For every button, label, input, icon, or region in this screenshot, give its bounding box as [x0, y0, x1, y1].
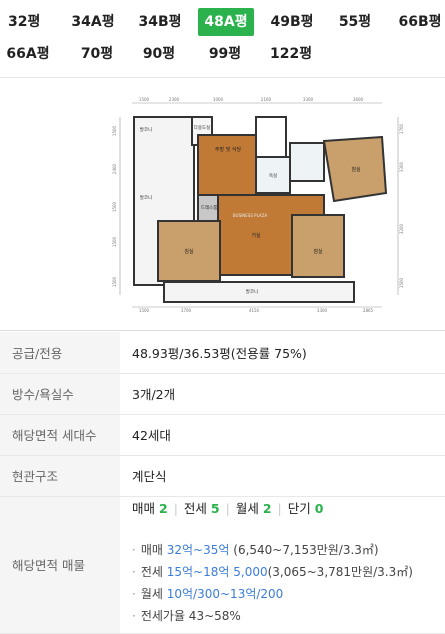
supply-value: 48.93평/36.53평(전용률 75%): [120, 332, 445, 374]
dim-right-2: 3300: [399, 161, 404, 172]
households-label: 해당면적 세대수: [0, 414, 120, 456]
room-label-balcony-top: 발코니: [140, 126, 152, 133]
count-short[interactable]: 단기 0: [288, 501, 324, 516]
dim-right-1: 1700: [399, 123, 404, 134]
room-label-toilet: 욕실: [269, 172, 277, 179]
dim-left-5: 1500: [112, 276, 117, 287]
price-jeonse-range[interactable]: 15억~18억 5,000: [167, 565, 268, 579]
info-row-households: 해당면적 세대수 42세대: [0, 414, 445, 456]
tab-34b[interactable]: 34B평: [133, 8, 187, 36]
info-row-supply: 공급/전용 48.93평/36.53평(전용률 75%): [0, 332, 445, 374]
info-row-entrance: 현관구조 계단식: [0, 455, 445, 497]
info-row-rooms: 방수/욕실수 3개/2개: [0, 373, 445, 415]
dim-left-3: 1500: [112, 201, 117, 212]
entrance-label: 현관구조: [0, 455, 120, 497]
price-jeonse: · 전세 15억~18억 5,000(3,065~3,781만원/3.3㎡): [132, 565, 413, 579]
dim-top-1: 1500: [139, 97, 150, 102]
price-sale: · 매매 32억~35억 (6,540~7,153만원/3.3㎡): [132, 543, 379, 557]
dim-left-4: 1500: [112, 236, 117, 247]
area-info-table: 공급/전용 48.93평/36.53평(전용률 75%) 방수/욕실수 3개/2…: [0, 332, 445, 634]
dim-top-3: 3000: [213, 97, 224, 102]
rooms-value: 3개/2개: [120, 373, 445, 415]
dim-right-4: 1500: [399, 277, 404, 288]
room-label-living: 거실: [251, 232, 261, 239]
info-row-listings: 해당면적 매물 매매 2 | 전세 5 | 월세 2 | 단기 0 · 매매 32억~35억 …: [0, 496, 445, 634]
tab-90[interactable]: 90평: [138, 40, 180, 68]
tab-122[interactable]: 122평: [266, 40, 316, 68]
listing-counts: 매매 2 | 전세 5 | 월세 2 | 단기 0: [132, 501, 324, 516]
tab-66a[interactable]: 66A평: [2, 40, 54, 68]
supply-label: 공급/전용: [0, 332, 120, 374]
room-label-laundry: 다용도실: [194, 124, 211, 131]
count-jeonse[interactable]: 전세 5: [184, 501, 220, 516]
tab-66b[interactable]: 66B평: [394, 8, 445, 36]
room-label-bedroom-top-right: 침실: [351, 166, 361, 173]
tab-32[interactable]: 32평: [4, 8, 44, 36]
dim-top-4: 2160: [261, 97, 272, 102]
entrance-value: 계단식: [120, 455, 445, 497]
tab-34a[interactable]: 34A평: [66, 8, 120, 36]
price-sale-range[interactable]: 32억~35억: [167, 543, 230, 557]
area-tabs: 32평 34A평 34B평 48A평 49B평 55평 66B평 66A평 70…: [0, 0, 445, 78]
room-label-dress: 드레스룸: [201, 204, 218, 211]
rooms-label: 방수/욕실수: [0, 373, 120, 415]
count-sale[interactable]: 매매 2: [132, 501, 168, 516]
price-monthly-range[interactable]: 10억/300~13억/200: [167, 587, 284, 601]
tab-49b[interactable]: 49B평: [265, 8, 319, 36]
dim-bottom-4: 3300: [317, 308, 328, 313]
listings-value: 매매 2 | 전세 5 | 월세 2 | 단기 0 · 매매 32억~35억 (6,540~7…: [120, 496, 445, 634]
room-label-balcony-bottom: 발코니: [246, 288, 258, 295]
floorplan-image[interactable]: 1500 2300 3000 2160 3300 3600 1500 3700 …: [112, 97, 407, 313]
room-label-bedroom-right: 침실: [313, 248, 323, 255]
dim-bottom-5: 2865: [363, 308, 374, 313]
floorplan-panel: 1500 2300 3000 2160 3300 3600 1500 3700 …: [0, 79, 445, 331]
price-ratio: · 전세가율 43~58%: [132, 609, 241, 623]
dim-top-6: 3600: [353, 97, 364, 102]
room-label-bedroom-left: 침실: [184, 248, 194, 255]
price-monthly: · 월세 10억/300~13억/200: [132, 587, 284, 601]
dim-bottom-1: 1500: [139, 308, 150, 313]
dim-right-3: 3200: [399, 223, 404, 234]
dim-top-2: 2300: [169, 97, 180, 102]
tab-55[interactable]: 55평: [334, 8, 376, 36]
tab-99[interactable]: 99평: [204, 40, 246, 68]
tab-70[interactable]: 70평: [76, 40, 118, 68]
listings-label: 해당면적 매물: [0, 496, 120, 634]
dim-bottom-3: 4150: [249, 308, 260, 313]
dim-left-2: 2400: [112, 163, 117, 174]
dim-left-1: 1500: [112, 125, 117, 136]
room-label-kitchen: 주방 및 식당: [215, 146, 242, 153]
count-monthly[interactable]: 월세 2: [236, 501, 272, 516]
dim-top-5: 3300: [303, 97, 314, 102]
tab-48a[interactable]: 48A평: [198, 8, 254, 36]
floorplan-watermark: BUSINESS PLAZA: [233, 213, 267, 218]
households-value: 42세대: [120, 414, 445, 456]
dim-bottom-2: 3700: [181, 308, 192, 313]
room-label-balcony-left: 발코니: [140, 194, 152, 201]
